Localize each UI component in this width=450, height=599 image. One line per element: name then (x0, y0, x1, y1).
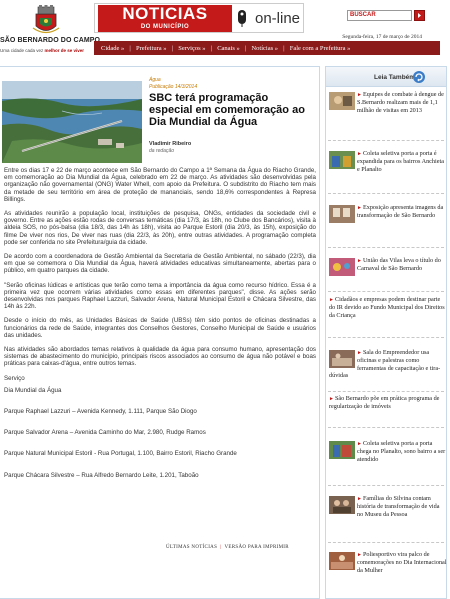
article-paragraph: Entre os dias 17 e 22 de março acontece … (4, 167, 316, 203)
carnival-thumb (329, 258, 355, 276)
article-panel: Água Publicação 14/3/2014 SBC terá progr… (0, 66, 320, 599)
sidebar-divider (328, 247, 444, 248)
related-item-title: Poliesportivo vira palco de comemorações… (357, 551, 447, 574)
related-item[interactable]: ►Equipes de combate à dengue de S.Bernar… (329, 91, 447, 114)
sidebar-divider (328, 337, 444, 338)
bullet-arrow-icon: ► (357, 206, 362, 211)
related-item[interactable]: ►Poliesportivo vira palco de comemoraçõe… (329, 551, 447, 574)
article-headline: SBC terá programação especial em comemor… (149, 92, 305, 128)
article-footer-links: ÚLTIMAS NOTÍCIAS | VERSÃO PARA IMPRIMIR (166, 545, 289, 550)
bullet-arrow-icon: ► (357, 152, 362, 157)
service-line: Parque Natural Municipal Estoril - Rua P… (4, 450, 237, 458)
nav-cidade[interactable]: Cidade » (96, 45, 129, 52)
related-item-title: Exposição apresenta imagens da transform… (357, 204, 444, 220)
sidebar-divider (328, 542, 444, 543)
main-nav: Cidade » | Prefeitura » | Serviços » | C… (94, 41, 440, 55)
noticias-brand[interactable]: NOTICIAS DO MUNICÍPIO on-line (94, 3, 304, 33)
city-logo[interactable]: SÃO BERNARDO DO CAMPO Uma cidade cada ve… (0, 0, 101, 60)
sidebar-divider (328, 140, 444, 141)
service-line: Parque Raphael Lazzuri – Avenida Kennedy… (4, 408, 197, 416)
related-item[interactable]: ►Cidadãos e empresas podem destinar part… (329, 296, 447, 319)
city-crest-icon (32, 5, 60, 34)
dengue-thumb (329, 92, 355, 110)
service-heading: Serviço (4, 374, 25, 382)
article-paragraph: Desde o início do mês, as Unidades Básic… (4, 317, 316, 339)
article-author-role: da redação (149, 148, 175, 154)
service-line: Parque Salvador Arena – Avenida Caminho … (4, 429, 206, 437)
families-thumb (329, 496, 355, 514)
article-paragraph: "Serão oficinas lúdicas e artísticas que… (4, 281, 316, 311)
nav-fale-conosco[interactable]: Fale com a Prefeitura » (285, 45, 356, 52)
service-line: Parque Chácara Silvestre – Rua Alfredo B… (4, 471, 199, 479)
sidebar-divider (328, 291, 444, 292)
related-heading: Leia Também (374, 74, 416, 81)
hand-mouse-icon (238, 10, 246, 27)
related-item-title: Equipes de combate à dengue de S.Bernard… (357, 91, 444, 114)
related-item-title: Famílias do Silvina contam história de t… (357, 495, 440, 518)
article-photo[interactable] (2, 81, 142, 163)
related-item[interactable]: ►União das Vilas leva o título do Carnav… (329, 257, 447, 277)
city-slogan: Uma cidade cada vez melhor de se viver (0, 48, 85, 53)
bullet-arrow-icon: ► (357, 442, 362, 447)
service-title: Dia Mundial da Água (4, 386, 62, 394)
sidebar-divider (328, 427, 444, 428)
bullet-arrow-icon: ► (329, 397, 334, 402)
search-button[interactable] (414, 10, 425, 21)
bullet-arrow-icon: ► (329, 298, 334, 303)
article-paragraph: As atividades reunirão a população local… (4, 210, 316, 246)
brand-online: on-line (255, 10, 301, 27)
exhibit-thumb (329, 205, 355, 223)
bullet-arrow-icon: ► (357, 259, 362, 264)
nav-prefeitura[interactable]: Prefeitura » (131, 45, 172, 52)
article-body: Entre os dias 17 e 22 de março acontece … (4, 167, 316, 493)
sidebar-divider (328, 391, 444, 392)
recycle-thumb (329, 151, 355, 169)
related-header: Leia Também (326, 67, 446, 87)
related-item-title: Coleta seletiva porta a porta chega no P… (357, 440, 446, 463)
related-item-title: União das Vilas leva o título do Carnava… (357, 257, 441, 273)
related-item[interactable]: ►Sala do Empreendedor usa oficinas e pal… (329, 349, 447, 379)
related-item[interactable]: ►Exposição apresenta imagens da transfor… (329, 204, 447, 224)
related-item[interactable]: ►Coleta seletiva porta a porta chega no … (329, 440, 447, 463)
search-input[interactable]: BUSCAR (347, 10, 412, 21)
current-date: Segunda-feira, 17 de março de 2014 (342, 34, 422, 40)
bullet-arrow-icon: ► (357, 93, 362, 98)
print-version-link[interactable]: VERSÃO PARA IMPRIMIR (224, 545, 288, 550)
arrow-right-icon (418, 13, 421, 18)
article-paragraph: Nas atividades são abordados temas relat… (4, 346, 316, 368)
related-item-title: Coleta seletiva porta a porta é expandid… (357, 150, 444, 173)
reservoir-aerial-image (2, 81, 142, 163)
article-paragraph: De acordo com a coordenadora de Gestão A… (4, 253, 316, 275)
nav-servicos[interactable]: Serviços » (173, 45, 210, 52)
related-item[interactable]: ►Famílias do Silvina contam história de … (329, 495, 447, 518)
sports-thumb (329, 552, 355, 570)
refresh-icon[interactable] (412, 70, 426, 84)
article-publish-date: Publicação 14/3/2014 (149, 84, 198, 90)
brand-do-municipio: DO MUNICÍPIO (98, 23, 232, 32)
sidebar-divider (328, 485, 444, 486)
related-sidebar: Leia Também ►Equipes de combate à dengue… (325, 66, 447, 599)
nav-canais[interactable]: Canais » (212, 45, 245, 52)
article-author: Vladimir Ribeiro (149, 141, 192, 147)
bullet-arrow-icon: ► (357, 497, 362, 502)
brand-noticias: NOTICIAS (98, 5, 232, 23)
related-item[interactable]: ►São Bernardo põe em prática programa de… (329, 395, 447, 411)
office-thumb (329, 350, 355, 368)
article-kicker: Água (149, 77, 161, 83)
bullet-arrow-icon: ► (357, 553, 362, 558)
related-item-title: São Bernardo põe em prática programa de … (329, 395, 440, 411)
recycle2-thumb (329, 441, 355, 459)
nav-noticias[interactable]: Notícias » (246, 45, 283, 52)
latest-news-link[interactable]: ÚLTIMAS NOTÍCIAS (166, 545, 217, 550)
related-item-title: Cidadãos e empresas podem destinar parte… (329, 296, 445, 319)
city-name: SÃO BERNARDO DO CAMPO (0, 37, 101, 44)
bullet-arrow-icon: ► (357, 351, 362, 356)
related-item[interactable]: ►Coleta seletiva porta a porta é expandi… (329, 150, 447, 173)
sidebar-divider (328, 193, 444, 194)
